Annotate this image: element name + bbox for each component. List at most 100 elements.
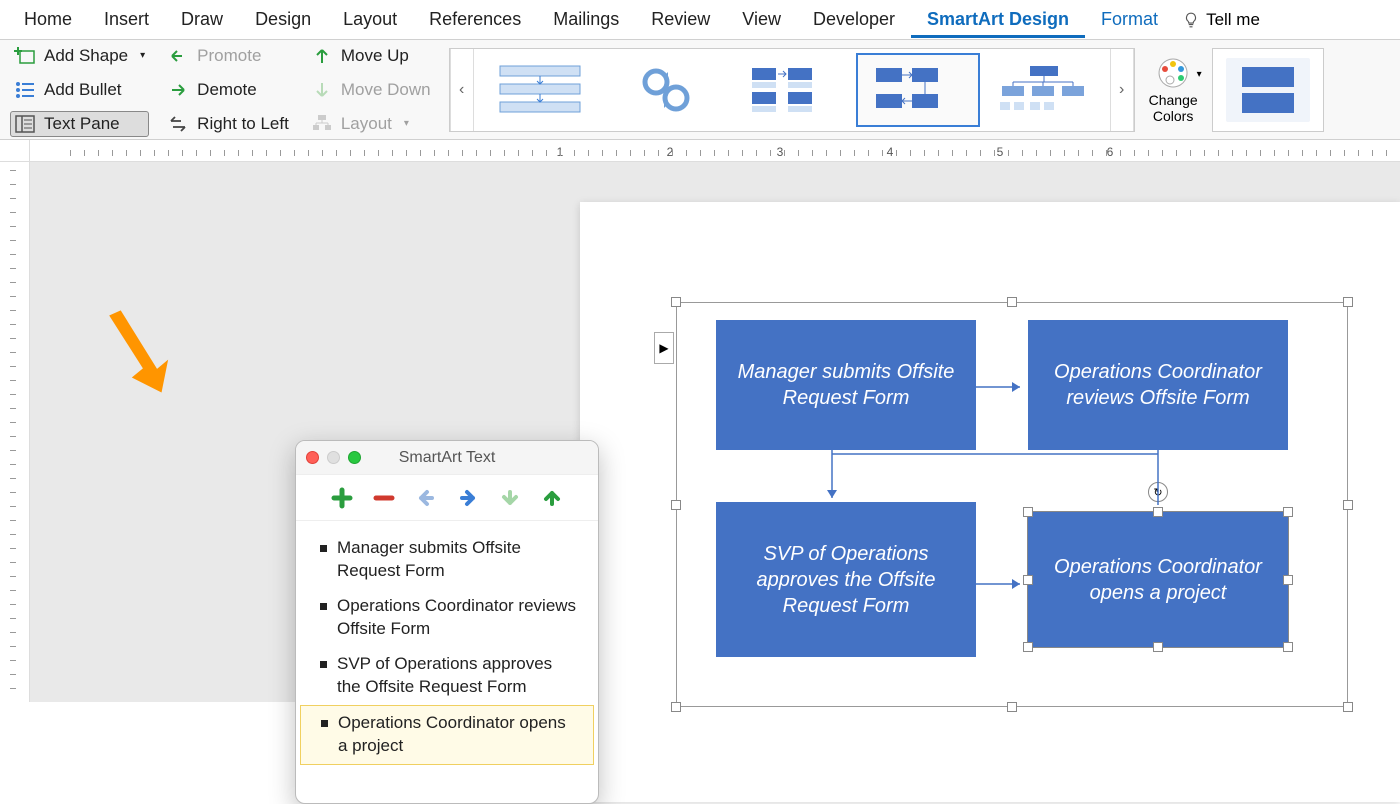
menu-insert[interactable]: Insert (88, 1, 165, 38)
menu-home[interactable]: Home (8, 1, 88, 38)
style-gallery[interactable] (1212, 48, 1324, 132)
indent-button[interactable] (455, 485, 481, 511)
text-pane-item[interactable]: Manager submits Offsite Request Form (296, 531, 598, 589)
bullet-icon (320, 603, 327, 610)
resize-handle-sw[interactable] (671, 702, 681, 712)
box-handle[interactable] (1153, 642, 1163, 652)
resize-handle-n[interactable] (1007, 297, 1017, 307)
text-pane-icon (14, 113, 36, 135)
change-colors-label2: Colors (1153, 108, 1193, 124)
box-handle[interactable] (1283, 575, 1293, 585)
text-pane-item[interactable]: Operations Coordinator reviews Offsite F… (296, 589, 598, 647)
outdent-button[interactable] (413, 485, 439, 511)
move-up-pane-button[interactable] (539, 485, 565, 511)
menu-layout[interactable]: Layout (327, 1, 413, 38)
box-handle[interactable] (1023, 507, 1033, 517)
layout-option-2[interactable] (604, 53, 728, 127)
box-handle[interactable] (1023, 642, 1033, 652)
chevron-down-icon: ▾ (1197, 69, 1202, 80)
text-pane-item[interactable]: SVP of Operations approves the Offsite R… (296, 647, 598, 705)
resize-handle-se[interactable] (1343, 702, 1353, 712)
add-bullet-button[interactable]: Add Bullet (10, 77, 149, 103)
chevron-down-icon: ▾ (404, 118, 409, 129)
smartart-box-2[interactable]: Operations Coordinator reviews Offsite F… (1028, 320, 1288, 450)
smartart-box-1[interactable]: Manager submits Offsite Request Form (716, 320, 976, 450)
resize-handle-e[interactable] (1343, 500, 1353, 510)
box-handle[interactable] (1283, 642, 1293, 652)
promote-label: Promote (197, 46, 261, 66)
add-shape-button[interactable]: Add Shape ▾ (10, 43, 149, 69)
demote-icon (167, 79, 189, 101)
menu-review[interactable]: Review (635, 1, 726, 38)
bullet-icon (321, 720, 328, 727)
layout-label: Layout (341, 114, 392, 134)
menu-format[interactable]: Format (1085, 1, 1174, 38)
menu-developer[interactable]: Developer (797, 1, 911, 38)
palette-icon (1153, 55, 1193, 91)
add-shape-label: Add Shape (44, 46, 128, 66)
move-down-button[interactable]: Move Down (307, 77, 435, 103)
smartart-frame[interactable]: ▶ Manager submits Offsite Request Form O… (676, 302, 1348, 707)
add-item-button[interactable] (329, 485, 355, 511)
remove-item-button[interactable] (371, 485, 397, 511)
layout-button[interactable]: Layout ▾ (307, 111, 435, 137)
text-pane-item-text: Operations Coordinator opens a project (338, 712, 573, 758)
text-pane-button[interactable]: Text Pane (10, 111, 149, 137)
text-pane-title: SmartArt Text (296, 449, 598, 467)
resize-handle-w[interactable] (671, 500, 681, 510)
move-down-label: Move Down (341, 80, 431, 100)
gallery-next-button[interactable]: › (1110, 49, 1134, 131)
rtl-icon (167, 113, 189, 135)
style-option-1[interactable] (1226, 58, 1310, 122)
text-pane-item-text: SVP of Operations approves the Offsite R… (337, 653, 578, 699)
callout-arrow-icon (105, 300, 185, 400)
change-colors-button[interactable]: ▾ ChangeColors (1149, 55, 1198, 124)
promote-button[interactable]: Promote (163, 43, 293, 69)
resize-handle-s[interactable] (1007, 702, 1017, 712)
promote-icon (167, 45, 189, 67)
menu-draw[interactable]: Draw (165, 1, 239, 38)
expand-text-pane-button[interactable]: ▶ (654, 332, 674, 364)
smartart-box-4[interactable]: Operations Coordinator opens a project (1028, 512, 1288, 647)
text-pane-item[interactable]: Operations Coordinator opens a project (300, 705, 594, 765)
tell-me[interactable]: Tell me (1182, 10, 1260, 30)
smartart-box-3[interactable]: SVP of Operations approves the Offsite R… (716, 502, 976, 657)
menu-design[interactable]: Design (239, 1, 327, 38)
text-pane-label: Text Pane (44, 114, 120, 134)
gallery-prev-button[interactable]: ‹ (450, 49, 474, 131)
demote-label: Demote (197, 80, 257, 100)
demote-button[interactable]: Demote (163, 77, 293, 103)
rtl-label: Right to Left (197, 114, 289, 134)
move-down-icon (311, 79, 333, 101)
move-up-icon (311, 45, 333, 67)
box-handle[interactable] (1283, 507, 1293, 517)
layout-option-4[interactable] (856, 53, 980, 127)
add-bullet-icon (14, 79, 36, 101)
text-pane-item-text: Manager submits Offsite Request Form (337, 537, 578, 583)
menu-view[interactable]: View (726, 1, 797, 38)
layout-option-1[interactable] (478, 53, 602, 127)
resize-handle-ne[interactable] (1343, 297, 1353, 307)
move-up-button[interactable]: Move Up (307, 43, 435, 69)
add-bullet-label: Add Bullet (44, 80, 122, 100)
layout-option-3[interactable] (730, 53, 854, 127)
arrow-1-to-2 (976, 377, 1028, 397)
text-pane-titlebar[interactable]: SmartArt Text (296, 441, 598, 475)
smartart-text-pane[interactable]: SmartArt Text Manager submits Offsite Re… (295, 440, 599, 804)
right-to-left-button[interactable]: Right to Left (163, 111, 293, 137)
layout-icon (311, 113, 333, 135)
resize-handle-nw[interactable] (671, 297, 681, 307)
menu-references[interactable]: References (413, 1, 537, 38)
move-down-pane-button[interactable] (497, 485, 523, 511)
change-colors-label1: Change (1149, 92, 1198, 108)
layout-option-5[interactable] (982, 53, 1106, 127)
horizontal-ruler: 123456 (0, 140, 1400, 162)
move-up-label: Move Up (341, 46, 409, 66)
menubar: Home Insert Draw Design Layout Reference… (0, 0, 1400, 40)
menu-smartart-design[interactable]: SmartArt Design (911, 1, 1085, 38)
chevron-down-icon: ▾ (140, 50, 145, 61)
lightbulb-icon (1182, 11, 1200, 29)
bullet-icon (320, 545, 327, 552)
menu-mailings[interactable]: Mailings (537, 1, 635, 38)
smartart-box-4-text: Operations Coordinator opens a project (1042, 554, 1274, 606)
